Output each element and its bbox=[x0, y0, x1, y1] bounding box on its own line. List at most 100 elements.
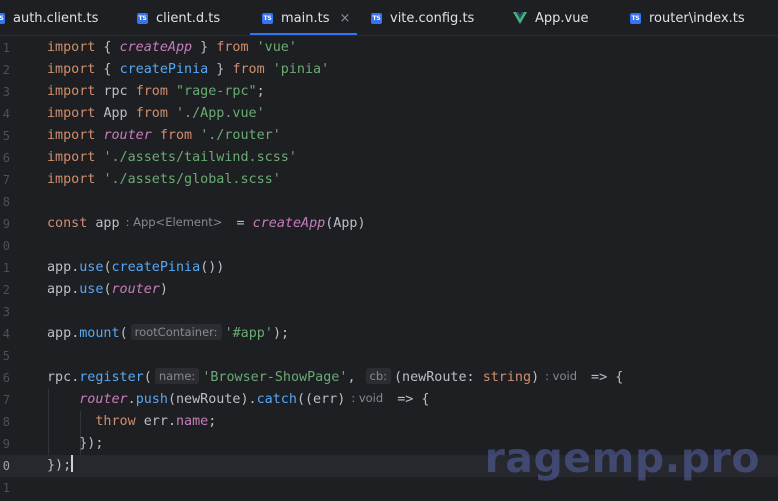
tab-auth-client-ts[interactable]: TS auth.client.ts bbox=[0, 0, 99, 35]
keyword: from bbox=[159, 128, 193, 143]
code-line-9: const app: App<Element> = createApp(App) bbox=[47, 213, 366, 235]
line-number: 6 bbox=[2, 371, 10, 385]
arrow-operator: => { bbox=[389, 392, 430, 407]
keyword: const bbox=[47, 216, 88, 231]
function-call: createApp bbox=[252, 216, 326, 231]
method-call: push bbox=[135, 392, 168, 407]
tab-router-index-ts[interactable]: TS router\index.ts bbox=[630, 0, 745, 35]
identifier: router bbox=[103, 128, 152, 143]
parameter-inlay-hint: cb: bbox=[365, 368, 391, 384]
arguments: (newRoute). bbox=[167, 392, 257, 407]
identifier: app bbox=[47, 260, 72, 275]
keyword: import bbox=[47, 172, 96, 187]
method-call: mount bbox=[79, 326, 120, 341]
punctuation: ()) bbox=[200, 260, 225, 275]
line-number: 5 bbox=[2, 129, 10, 143]
line-number: 1 bbox=[2, 41, 10, 55]
string-literal: 'Browser-ShowPage' bbox=[202, 370, 348, 385]
keyword: import bbox=[47, 84, 96, 99]
code-line-12: app.use(router) bbox=[47, 279, 168, 301]
line-number: 8 bbox=[2, 195, 10, 209]
tab-client-d-ts[interactable]: TS client.d.ts bbox=[137, 0, 220, 35]
tab-app-vue[interactable]: App.vue bbox=[513, 0, 589, 35]
string-literal: 'vue' bbox=[256, 40, 297, 55]
line-number: 7 bbox=[2, 173, 10, 187]
keyword: from bbox=[216, 40, 249, 55]
code-line-7: import './assets/global.scss' bbox=[47, 169, 281, 191]
typescript-file-icon: TS bbox=[0, 12, 5, 24]
punctuation: ( bbox=[103, 260, 112, 275]
line-number: 4 bbox=[2, 107, 10, 121]
punctuation: ) bbox=[531, 370, 540, 385]
operator: = bbox=[228, 216, 253, 231]
line-number: 5 bbox=[2, 349, 10, 363]
identifier: app bbox=[47, 282, 72, 297]
punctuation: ; bbox=[256, 84, 265, 99]
code-line-19: }); bbox=[47, 433, 103, 455]
keyword: import bbox=[47, 128, 96, 143]
code-line-3: import rpc from "rage-rpc"; bbox=[47, 81, 265, 103]
tab-label: App.vue bbox=[535, 10, 589, 26]
tab-vite-config-ts[interactable]: TS vite.config.ts bbox=[371, 0, 475, 35]
string-literal: 'pinia' bbox=[272, 62, 330, 77]
parameter-list: (newRoute: bbox=[394, 370, 483, 385]
punctuation: ; bbox=[208, 414, 217, 429]
punctuation: { bbox=[95, 62, 120, 77]
punctuation: }); bbox=[79, 436, 104, 451]
tab-main-ts[interactable]: TS main.ts × bbox=[250, 0, 357, 35]
punctuation: , bbox=[347, 370, 356, 385]
punctuation: ( bbox=[119, 326, 128, 341]
text-cursor bbox=[71, 455, 74, 472]
line-number: 4 bbox=[2, 327, 10, 341]
arguments: (App) bbox=[325, 216, 366, 231]
code-line-4: import App from './App.vue' bbox=[47, 103, 265, 125]
line-number: 2 bbox=[2, 63, 10, 77]
code-line-11: app.use(createPinia()) bbox=[47, 257, 224, 279]
line-number: 6 bbox=[2, 151, 10, 165]
punctuation: { bbox=[95, 40, 120, 55]
line-number: 0 bbox=[2, 459, 10, 473]
parameter-inlay-hint: rootContainer: bbox=[130, 324, 222, 340]
punctuation: } bbox=[208, 62, 233, 77]
typescript-file-icon: TS bbox=[630, 12, 641, 24]
function-call: createPinia bbox=[111, 260, 201, 275]
string-literal: './assets/tailwind.scss' bbox=[103, 150, 297, 165]
tab-label: main.ts bbox=[281, 10, 330, 26]
line-number: 9 bbox=[2, 437, 10, 451]
line-number: 0 bbox=[2, 239, 10, 253]
code-line-16: rpc.register(name: 'Browser-ShowPage', cb:… bbox=[47, 367, 623, 389]
punctuation: ); bbox=[272, 326, 290, 341]
method-call: register bbox=[79, 370, 144, 385]
code-line-20: }); bbox=[47, 455, 74, 477]
punctuation: . bbox=[127, 392, 136, 407]
code-line-5: import router from './router' bbox=[47, 125, 281, 147]
arguments: ((err) bbox=[296, 392, 346, 407]
tab-label: vite.config.ts bbox=[390, 10, 475, 26]
type-inlay-hint: : void bbox=[545, 369, 577, 383]
code-editor[interactable]: 1 2 3 4 5 6 7 8 9 0 1 2 3 4 5 6 7 8 9 0 … bbox=[0, 37, 778, 501]
tab-label: auth.client.ts bbox=[13, 10, 99, 26]
type-keyword: string bbox=[482, 370, 532, 385]
vue-file-icon bbox=[513, 12, 527, 24]
close-tab-icon[interactable]: × bbox=[339, 11, 350, 26]
code-line-2: import { createPinia } from 'pinia' bbox=[47, 59, 329, 81]
type-inlay-hint: : void bbox=[351, 391, 384, 405]
method-call: catch bbox=[256, 392, 297, 407]
identifier: createApp bbox=[119, 40, 193, 55]
typescript-file-icon: TS bbox=[262, 12, 273, 24]
method-call: use bbox=[79, 260, 104, 275]
keyword: from bbox=[135, 84, 168, 99]
punctuation: ( bbox=[143, 370, 152, 385]
keyword: throw bbox=[95, 414, 136, 429]
punctuation: } bbox=[192, 40, 217, 55]
line-number: 3 bbox=[2, 85, 10, 99]
string-literal: './router' bbox=[200, 128, 281, 143]
identifier: app bbox=[95, 216, 120, 231]
identifier: router bbox=[79, 392, 128, 407]
